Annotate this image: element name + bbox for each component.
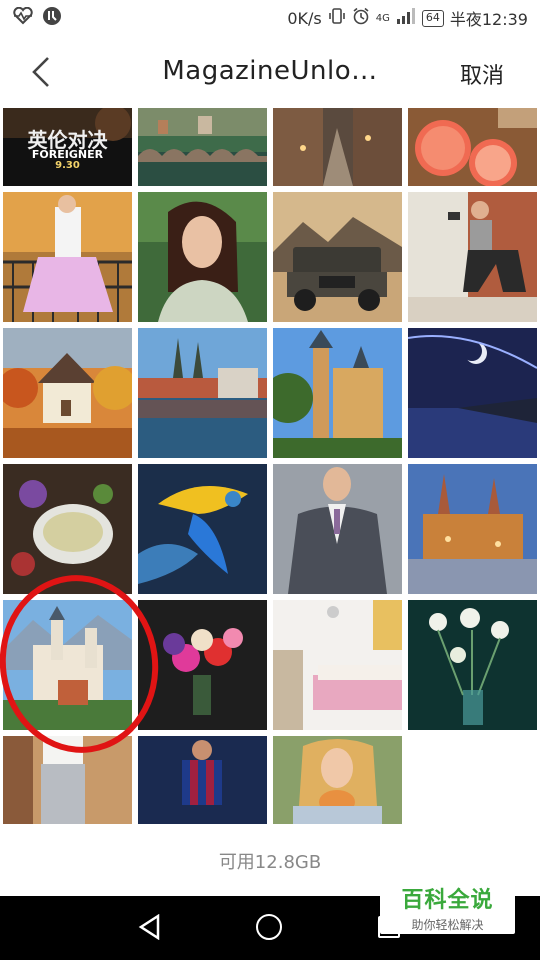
status-bar: 0K/s 4G 64 半夜12:39	[0, 0, 540, 36]
image-thumbnail-castle-day[interactable]	[273, 328, 402, 458]
watermark-logo: 百科全说 助你轻松解决	[380, 878, 515, 934]
cancel-button[interactable]: 取消	[460, 58, 504, 90]
image-thumbnail-bridge-town[interactable]	[138, 108, 267, 186]
image-thumbnail-old-street[interactable]	[273, 108, 402, 186]
triangle-back-icon	[138, 913, 160, 941]
vibrate-icon	[328, 7, 346, 29]
image-thumbnail-parrot[interactable]	[138, 464, 267, 594]
title-bar: MagazineUnlo… 取消	[0, 36, 540, 108]
app-notification-icon	[42, 6, 62, 30]
image-thumbnail-bedroom[interactable]	[273, 600, 402, 730]
watermark-main-text: 百科全说	[401, 888, 494, 913]
poster-date: 9.30	[55, 160, 80, 171]
image-thumbnail-girl-with-cat[interactable]	[273, 736, 402, 824]
signal-icon	[396, 7, 416, 29]
image-thumbnail-football-player[interactable]	[138, 736, 267, 824]
nav-home-button[interactable]	[256, 914, 282, 940]
image-thumbnail-fitness[interactable]	[408, 192, 537, 322]
image-thumbnail-grapefruit[interactable]	[408, 108, 537, 186]
image-thumbnail-autumn-house[interactable]	[3, 328, 132, 458]
network-type: 4G	[375, 12, 390, 24]
image-thumbnail-white-flowers[interactable]	[408, 600, 537, 730]
watermark-sub-text: 助你轻松解决	[411, 918, 484, 932]
image-thumbnail-soup[interactable]	[3, 464, 132, 594]
battery-level: 64	[421, 9, 444, 27]
image-thumbnail-night-sea[interactable]	[408, 328, 537, 458]
image-thumbnail-pink-skirt[interactable]	[3, 192, 132, 322]
alarm-icon	[352, 7, 370, 29]
image-thumbnail-suit-man[interactable]	[273, 464, 402, 594]
image-thumbnail-harbor-reflection[interactable]	[138, 328, 267, 458]
image-thumbnail-movie-poster[interactable]: 英伦对决 FOREIGNER 9.30	[3, 108, 132, 186]
clock: 半夜12:39	[449, 10, 528, 29]
nav-back-button[interactable]	[138, 913, 162, 944]
image-thumbnail-smiling-woman[interactable]	[138, 192, 267, 322]
network-speed: 0K/s	[287, 8, 322, 28]
image-thumbnail-hummer[interactable]	[273, 192, 402, 322]
storage-available-text: 可用12.8GB	[218, 852, 322, 873]
heart-pulse-icon	[12, 6, 34, 29]
annotation-red-circle	[0, 564, 170, 764]
image-thumbnail-old-town-evening[interactable]	[408, 464, 537, 594]
